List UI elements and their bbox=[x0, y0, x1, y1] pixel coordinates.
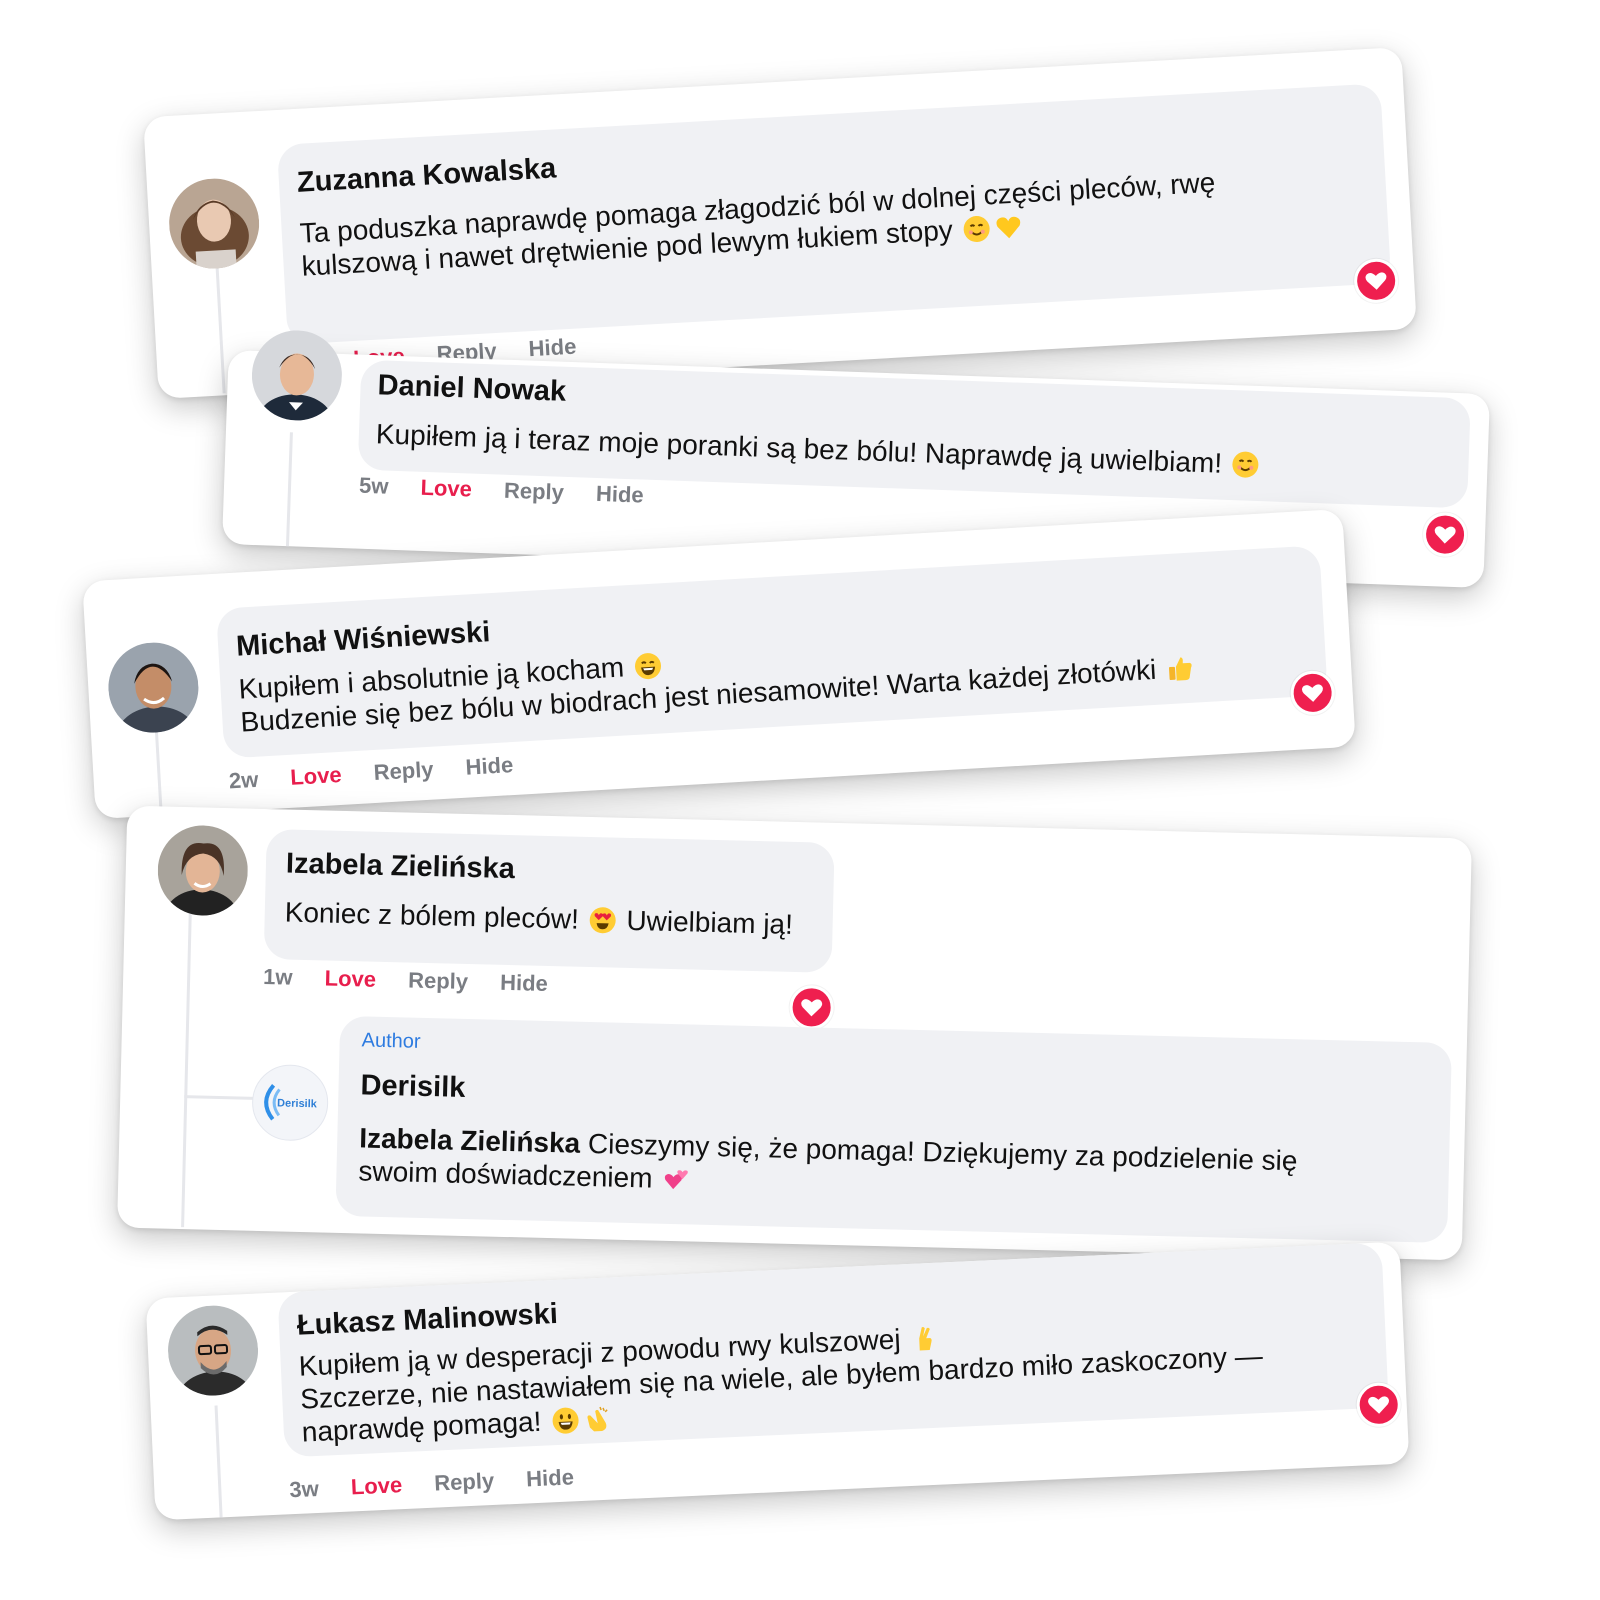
hide-button[interactable]: Hide bbox=[528, 334, 577, 363]
comment-actions: 1w Love Reply Hide bbox=[263, 964, 574, 998]
comment-actions: 3w Love Reply Hide bbox=[289, 1463, 601, 1503]
reply-button[interactable]: Reply bbox=[434, 1468, 495, 1497]
comment-line-text: Koniec z bólem pleców! bbox=[284, 896, 580, 935]
heart-eyes-emoji bbox=[588, 906, 617, 935]
heart-icon bbox=[1301, 684, 1323, 702]
comment-line-text: swoim doświadczeniem bbox=[358, 1155, 653, 1194]
love-button[interactable]: Love bbox=[290, 762, 343, 791]
thread-line bbox=[181, 912, 192, 1228]
heart-icon bbox=[801, 999, 823, 1017]
thread-line bbox=[285, 432, 293, 547]
hide-button[interactable]: Hide bbox=[500, 970, 548, 997]
smiling-face-emoji bbox=[1231, 450, 1260, 479]
comment-time: 3w bbox=[288, 1475, 320, 1503]
heart-reaction-badge[interactable] bbox=[1289, 669, 1336, 717]
thumbs-up-emoji bbox=[1165, 654, 1195, 684]
thread-branch bbox=[184, 1095, 255, 1100]
mention-link[interactable]: Izabela Zielińska bbox=[359, 1122, 581, 1158]
comment-actions: 2w Love Reply Hide bbox=[228, 751, 540, 795]
comment-line-text: Uwielbiam ją! bbox=[626, 904, 794, 940]
hide-button[interactable]: Hide bbox=[596, 481, 645, 509]
yellow-heart-emoji bbox=[994, 212, 1024, 242]
reply-button[interactable]: Reply bbox=[408, 968, 469, 995]
reply-button[interactable]: Reply bbox=[373, 757, 434, 786]
love-button[interactable]: Love bbox=[420, 475, 472, 503]
comment-card-zuzanna: Zuzanna Kowalska Ta poduszka naprawdę po… bbox=[143, 47, 1417, 399]
heart-icon bbox=[1368, 1396, 1390, 1414]
avatar[interactable] bbox=[166, 176, 262, 272]
heart-icon bbox=[1434, 526, 1456, 544]
smiling-face-emoji bbox=[962, 214, 992, 244]
brand-logo-text: Derisilk bbox=[277, 1097, 318, 1110]
grinning-face-emoji bbox=[550, 1406, 579, 1435]
commenter-name[interactable]: Daniel Nowak bbox=[377, 369, 567, 409]
reply-button[interactable]: Reply bbox=[504, 478, 565, 506]
love-button[interactable]: Love bbox=[350, 1472, 402, 1500]
two-hearts-emoji bbox=[662, 1165, 691, 1194]
heart-reaction-badge[interactable] bbox=[1422, 511, 1468, 558]
comment-time: 1w bbox=[262, 964, 293, 990]
hide-button[interactable]: Hide bbox=[526, 1464, 575, 1492]
commenter-name[interactable]: Izabela Zielińska bbox=[286, 848, 516, 887]
comment-card-michal: Michał Wiśniewski Kupiłem i absolutnie j… bbox=[82, 508, 1356, 820]
thread-line bbox=[214, 1405, 223, 1518]
clapping-hands-emoji bbox=[582, 1405, 611, 1434]
heart-reaction-badge[interactable] bbox=[789, 984, 835, 1030]
hide-button[interactable]: Hide bbox=[465, 752, 514, 781]
love-button[interactable]: Love bbox=[324, 966, 376, 993]
crossed-fingers-emoji bbox=[910, 1324, 939, 1353]
brand-logo-avatar[interactable]: Derisilk bbox=[251, 1063, 330, 1142]
heart-icon bbox=[1365, 272, 1387, 290]
commenter-name[interactable]: Derisilk bbox=[360, 1069, 466, 1105]
heart-reaction-badge[interactable] bbox=[1355, 1381, 1402, 1428]
comment-card-lukasz: Łukasz Malinowski Kupiłem ją w desperacj… bbox=[145, 1241, 1410, 1521]
avatar[interactable] bbox=[105, 640, 201, 736]
grinning-face-emoji bbox=[633, 651, 663, 681]
avatar[interactable] bbox=[156, 824, 249, 917]
comment-time: 2w bbox=[228, 766, 259, 794]
comment-time: 5w bbox=[358, 472, 389, 499]
heart-reaction-badge[interactable] bbox=[1352, 257, 1400, 305]
avatar[interactable] bbox=[166, 1303, 261, 1398]
comment-card-izabela: Izabela Zielińska Koniec z bólem pleców!… bbox=[117, 805, 1472, 1261]
author-badge: Author bbox=[361, 1029, 421, 1053]
